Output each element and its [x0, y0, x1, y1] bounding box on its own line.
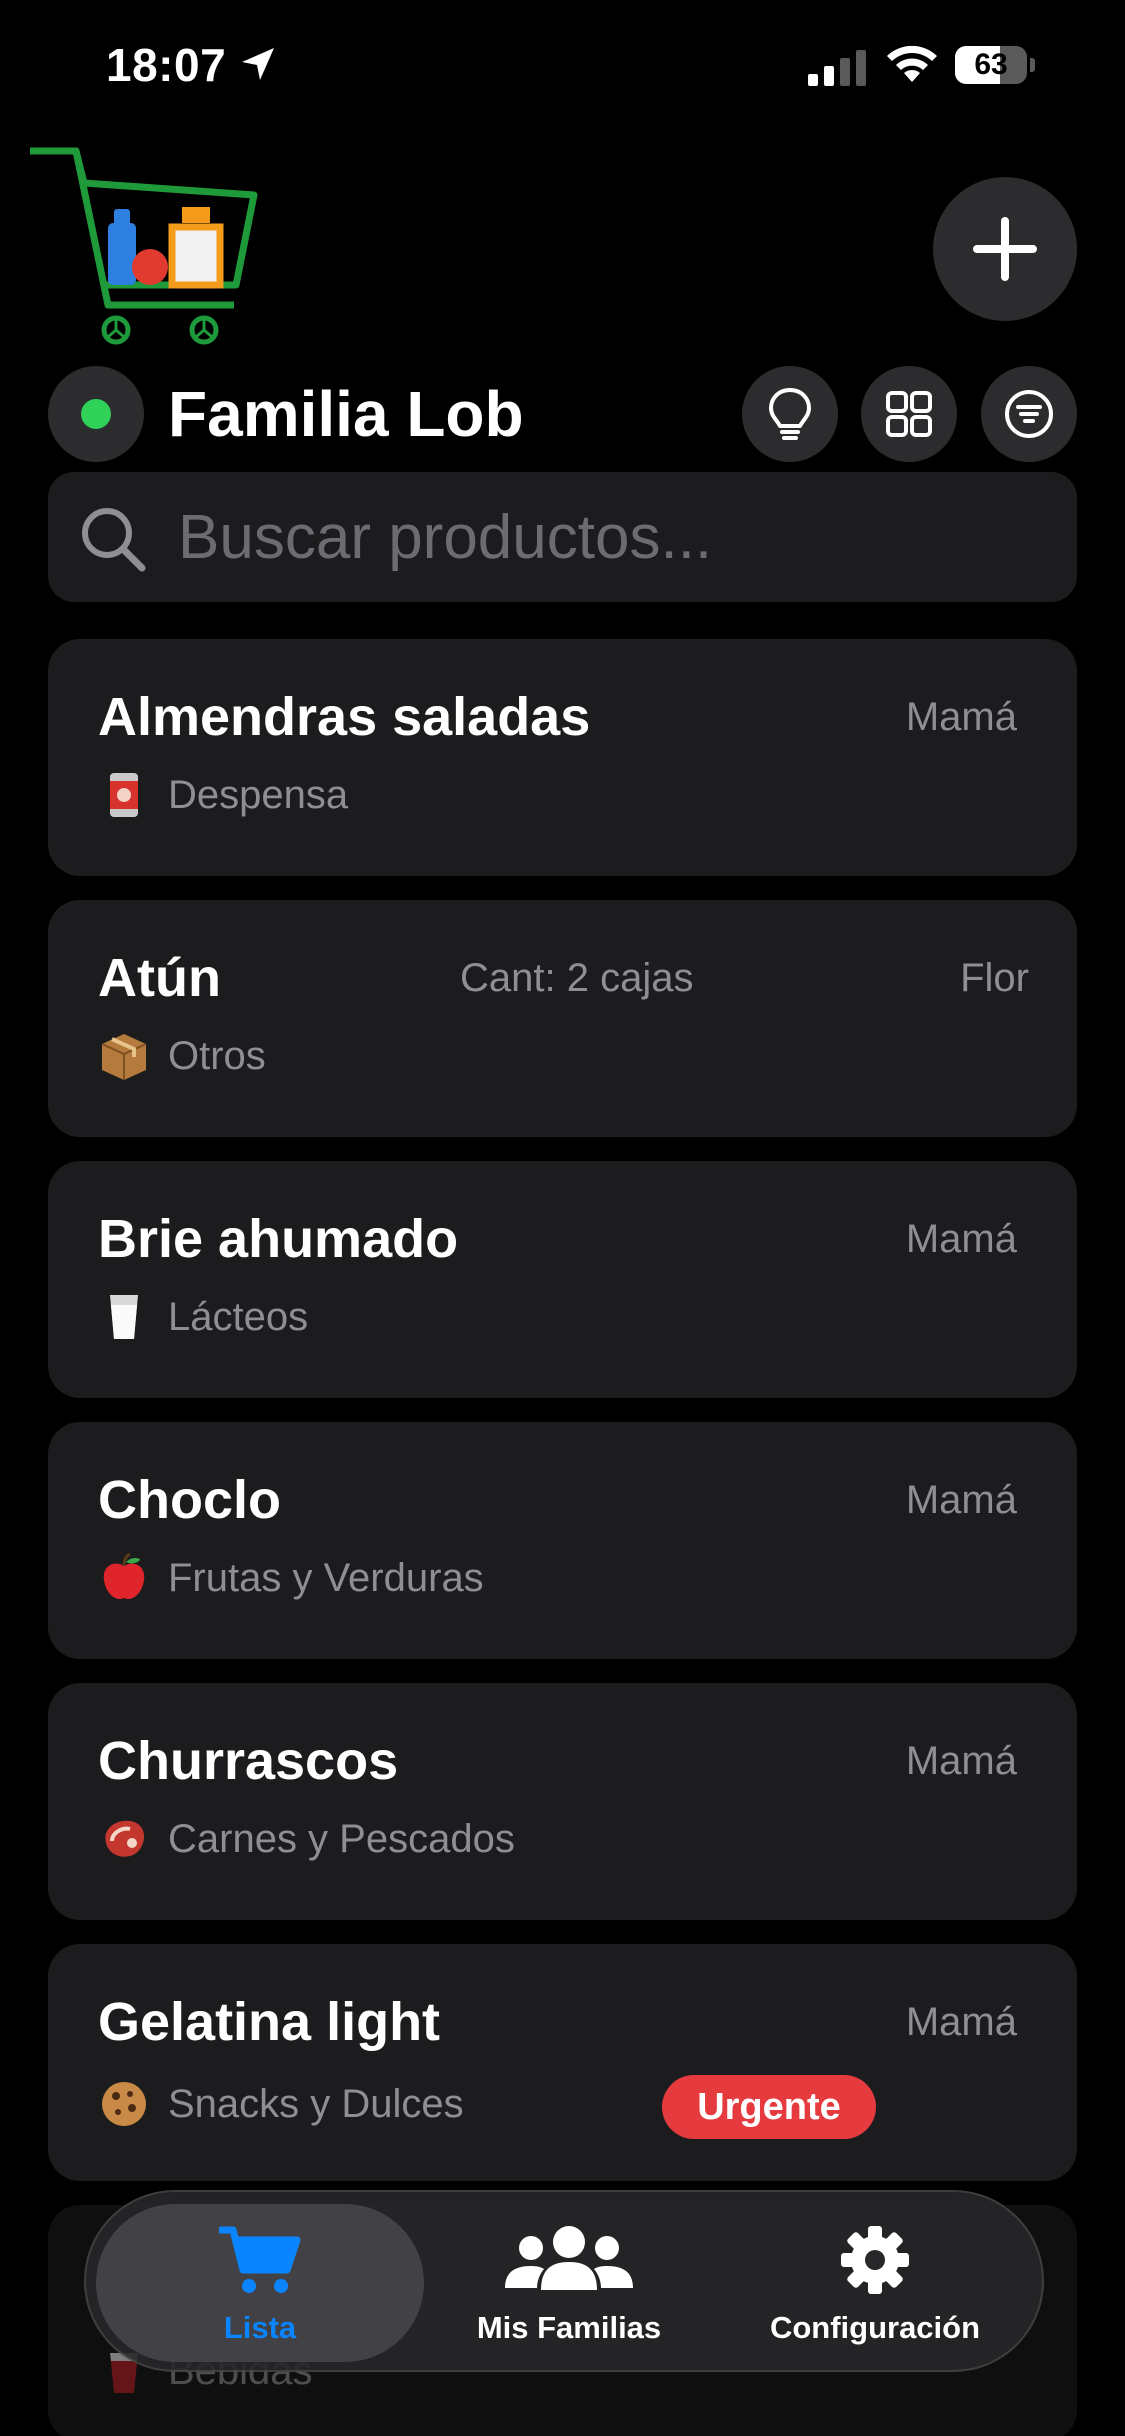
- search-bar[interactable]: [48, 472, 1077, 602]
- battery-indicator: 63: [955, 46, 1035, 84]
- status-time: 18:07: [106, 39, 227, 91]
- tab-bar: Lista Mis Familias Configuración: [84, 2190, 1044, 2372]
- tab-label: Lista: [223, 2310, 297, 2345]
- product-card[interactable]: Choclo Mamá Frutas y Verduras: [48, 1422, 1077, 1659]
- product-name: Gelatina light: [98, 1992, 441, 2052]
- product-category: Lácteos: [168, 1295, 309, 1339]
- urgent-badge: Urgente: [662, 2075, 876, 2139]
- people-icon: [505, 2226, 633, 2290]
- wifi-icon: [887, 45, 937, 82]
- cart-icon: [219, 2226, 301, 2293]
- product-card[interactable]: Atún Cant: 2 cajas Flor Otros: [48, 900, 1077, 1137]
- product-name: Brie ahumado: [98, 1209, 459, 1269]
- product-card[interactable]: Gelatina light Mamá Snacks y Dulces Urge…: [48, 1944, 1077, 2181]
- tab-label: Configuración: [769, 2310, 981, 2345]
- product-name: Almendras saladas: [98, 687, 591, 747]
- product-owner: Mamá: [905, 1739, 1017, 1783]
- tab-lista[interactable]: Lista: [96, 2192, 424, 2374]
- filter-icon: [1005, 390, 1053, 438]
- canned-food-icon: [110, 773, 138, 817]
- product-name: Atún: [98, 948, 221, 1008]
- suggestions-button[interactable]: [742, 366, 838, 462]
- product-card[interactable]: Churrascos Mamá Carnes y Pescados: [48, 1683, 1077, 1920]
- lightbulb-icon: [769, 388, 811, 440]
- product-card[interactable]: Almendras saladas Mamá Despensa: [48, 639, 1077, 876]
- battery-percent: 63: [974, 48, 1008, 81]
- plus-icon: [973, 217, 1037, 281]
- product-category: Despensa: [168, 773, 349, 817]
- product-owner: Mamá: [905, 1217, 1017, 1261]
- status-bar: 18:07 63: [0, 0, 1125, 135]
- cookie-icon: [102, 2082, 146, 2126]
- product-card[interactable]: Brie ahumado Mamá Lácteos: [48, 1161, 1077, 1398]
- search-icon: [82, 508, 146, 572]
- grid-view-button[interactable]: [861, 366, 957, 462]
- shopping-cart-logo: [30, 147, 258, 345]
- tab-label: Mis Familias: [476, 2310, 662, 2345]
- product-category: Carnes y Pescados: [168, 1817, 515, 1861]
- grid-icon: [886, 391, 932, 437]
- cellular-signal-icon: [808, 50, 866, 86]
- package-icon: [101, 1034, 147, 1080]
- product-category: Otros: [168, 1034, 266, 1078]
- tab-configuracion[interactable]: Configuración: [714, 2192, 1036, 2374]
- product-category: Snacks y Dulces: [168, 2082, 464, 2126]
- apple-icon: [103, 1552, 145, 1600]
- search-input[interactable]: [178, 497, 1038, 577]
- product-owner: Flor: [960, 956, 1029, 1000]
- product-owner: Mamá: [905, 1478, 1017, 1522]
- location-arrow-icon: [242, 48, 274, 80]
- product-quantity: Cant: 2 cajas: [460, 956, 694, 1000]
- steak-icon: [105, 1820, 145, 1857]
- product-name: Churrascos: [98, 1731, 399, 1791]
- filter-button[interactable]: [981, 366, 1077, 462]
- product-owner: Mamá: [905, 2000, 1017, 2044]
- add-product-button[interactable]: [933, 177, 1077, 321]
- product-name: Choclo: [98, 1470, 281, 1530]
- tab-mis-familias[interactable]: Mis Familias: [424, 2192, 714, 2374]
- family-title: Familia Lob: [168, 378, 524, 450]
- milk-glass-icon: [110, 1295, 138, 1339]
- online-status-dot: [81, 399, 111, 429]
- product-owner: Mamá: [905, 695, 1017, 739]
- product-category: Frutas y Verduras: [168, 1556, 484, 1600]
- gear-icon: [841, 2226, 909, 2294]
- app-screen: 18:07 63 Familia Lob Buscar productos...…: [0, 0, 1125, 2436]
- connection-status-button[interactable]: [48, 366, 144, 462]
